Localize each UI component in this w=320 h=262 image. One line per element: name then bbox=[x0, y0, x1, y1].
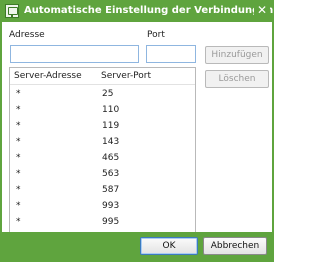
cell-address: * bbox=[16, 217, 21, 227]
table-row[interactable]: * 110 bbox=[10, 105, 195, 117]
cell-address: * bbox=[16, 185, 21, 195]
table-row[interactable]: * 119 bbox=[10, 121, 195, 133]
server-list[interactable]: Server-Adresse Server-Port * 25 * 110 * … bbox=[9, 67, 196, 249]
window-title: Automatische Einstellung der Verbindunge… bbox=[24, 5, 274, 16]
cell-port: 119 bbox=[102, 121, 120, 131]
dialog-client-area: Adresse Port Hinzufügen Löschen Server-A… bbox=[2, 22, 272, 249]
list-header: Server-Adresse Server-Port bbox=[10, 68, 195, 85]
cell-port: 465 bbox=[102, 153, 120, 163]
table-row[interactable]: * 587 bbox=[10, 185, 195, 197]
cell-address: * bbox=[16, 105, 21, 115]
add-button[interactable]: Hinzufügen bbox=[205, 46, 269, 64]
table-row[interactable]: * 993 bbox=[10, 201, 195, 213]
cell-port: 143 bbox=[102, 137, 120, 147]
cancel-button[interactable]: Abbrechen bbox=[203, 237, 267, 255]
cell-address: * bbox=[16, 169, 21, 179]
column-header-port[interactable]: Server-Port bbox=[101, 71, 151, 81]
cell-address: * bbox=[16, 153, 21, 163]
cell-address: * bbox=[16, 201, 21, 211]
table-row[interactable]: * 995 bbox=[10, 217, 195, 229]
cell-port: 995 bbox=[102, 217, 120, 227]
address-input[interactable] bbox=[10, 45, 139, 63]
cell-port: 563 bbox=[102, 169, 120, 179]
cell-port: 587 bbox=[102, 185, 120, 195]
address-label: Adresse bbox=[9, 30, 45, 40]
cell-address: * bbox=[16, 89, 21, 99]
table-row[interactable]: * 465 bbox=[10, 153, 195, 165]
table-row[interactable]: * 143 bbox=[10, 137, 195, 149]
port-input[interactable] bbox=[146, 45, 196, 63]
cell-port: 25 bbox=[102, 89, 114, 99]
cell-port: 110 bbox=[102, 105, 120, 115]
column-header-address[interactable]: Server-Adresse bbox=[14, 71, 82, 81]
delete-button[interactable]: Löschen bbox=[205, 70, 269, 88]
cell-address: * bbox=[16, 121, 21, 131]
dialog-footer: OK Abbrechen bbox=[2, 232, 272, 260]
cell-port: 993 bbox=[102, 201, 120, 211]
table-row[interactable]: * 563 bbox=[10, 169, 195, 181]
title-bar[interactable]: Automatische Einstellung der Verbindunge… bbox=[0, 0, 274, 22]
close-button[interactable]: ✕ bbox=[254, 2, 270, 18]
port-label: Port bbox=[147, 30, 165, 40]
ok-button[interactable]: OK bbox=[140, 237, 198, 255]
dialog-window: Automatische Einstellung der Verbindunge… bbox=[0, 0, 274, 262]
table-row[interactable]: * 25 bbox=[10, 89, 195, 101]
app-icon bbox=[5, 4, 19, 18]
cell-address: * bbox=[16, 137, 21, 147]
